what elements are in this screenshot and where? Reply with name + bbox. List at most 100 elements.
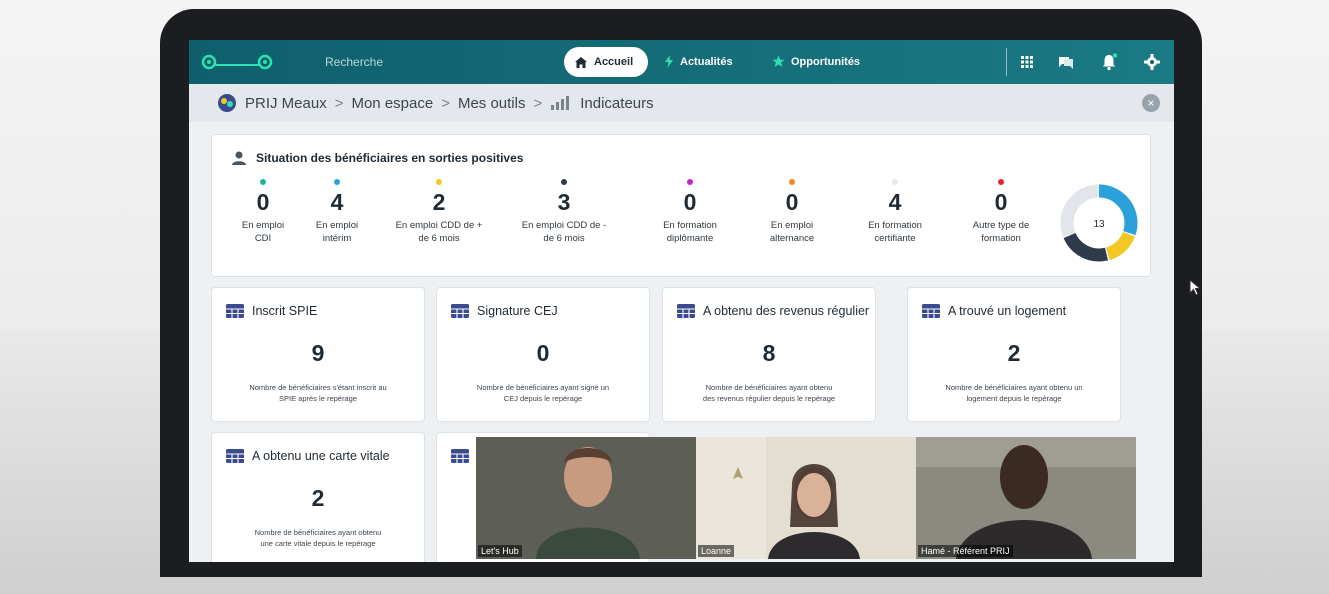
breadcrumb: PRIJ Meaux > Mon espace > Mes outils > I… xyxy=(189,84,1174,122)
breadcrumb-outils[interactable]: Mes outils xyxy=(458,95,526,112)
breadcrumb-current: Indicateurs xyxy=(580,94,654,112)
kpi-description-line2: CEJ depuis le repérage xyxy=(503,394,583,403)
stat-label-line1: En emploi xyxy=(241,220,285,231)
table-icon xyxy=(226,449,244,463)
stat-label-line2: de 6 mois xyxy=(543,233,585,244)
stat-label-line2: intérim xyxy=(322,233,352,244)
chat-icon[interactable] xyxy=(1057,53,1075,71)
situation-stat: 0 En emploi alternance xyxy=(737,179,847,245)
stat-value: 0 xyxy=(785,189,799,215)
video-participant-name: Loanne xyxy=(698,545,735,557)
situation-stat: 4 En emploi intérim xyxy=(282,179,392,245)
kpi-description-line1: Nombre de bénéficiaires ayant obtenu un xyxy=(945,383,1083,392)
stat-label-line2: certifiante xyxy=(874,233,916,244)
kpi-description: Nombre de bénéficiaires ayant obtenu un l… xyxy=(922,382,1106,404)
kpi-value: 2 xyxy=(311,485,325,511)
app-logo[interactable] xyxy=(201,52,275,72)
table-icon xyxy=(451,304,469,318)
nav-opportunites-link[interactable]: Opportunités xyxy=(772,55,860,68)
participant-video xyxy=(476,437,696,559)
kpi-card: Signature CEJ 0 Nombre de bénéficiaires ay… xyxy=(436,287,650,422)
stat-label-line1: En emploi xyxy=(770,220,814,231)
mouse-cursor-icon xyxy=(1189,279,1201,296)
stat-color-dot xyxy=(998,179,1004,185)
stat-value: 4 xyxy=(888,189,902,215)
kpi-title: Signature CEJ xyxy=(451,304,558,318)
stat-color-dot xyxy=(436,179,442,185)
stat-label: En formation certifiante xyxy=(840,219,950,245)
kpi-description-line1: Nombre de bénéficiaires ayant signé un xyxy=(476,383,610,392)
stat-color-dot xyxy=(334,179,340,185)
kpi-title-text: A obtenu une carte vitale xyxy=(252,449,390,463)
stat-value: 4 xyxy=(330,189,344,215)
nav-accueil-label: Accueil xyxy=(594,56,634,68)
nav-actualites-link[interactable]: Actualités xyxy=(664,55,733,68)
kpi-description-line2: des revenus régulier depuis le repérage xyxy=(702,394,836,403)
stat-label: En emploi intérim xyxy=(282,219,392,245)
lightning-icon xyxy=(665,55,673,68)
stat-color-dot xyxy=(892,179,898,185)
kpi-card: A obtenu des revenus régulier 8 Nombre de … xyxy=(662,287,876,422)
kpi-title: A obtenu une carte vitale xyxy=(226,449,390,463)
kpi-title-text: A obtenu des revenus régulier xyxy=(703,304,870,318)
video-participant-name: Hamé - Référent PRIJ xyxy=(918,545,1013,557)
breadcrumb-separator: > xyxy=(533,94,543,112)
video-participant-name: Let's Hub xyxy=(478,545,522,557)
breadcrumb-espace[interactable]: Mon espace xyxy=(351,95,433,112)
kpi-description-line2: logement depuis le repérage xyxy=(966,394,1062,403)
gear-icon[interactable] xyxy=(1143,53,1161,71)
stat-label-line1: En emploi CDD de - xyxy=(521,220,607,231)
apps-grid-icon[interactable] xyxy=(1018,53,1036,71)
breadcrumb-separator: > xyxy=(441,94,450,112)
kpi-value: 8 xyxy=(762,340,776,366)
video-tile-loanne[interactable]: Loanne xyxy=(696,437,916,559)
stat-label: En emploi CDD de - de 6 mois xyxy=(509,219,619,245)
stat-value: 0 xyxy=(994,189,1008,215)
star-icon xyxy=(772,55,785,67)
kpi-title xyxy=(451,449,469,463)
breadcrumb-root[interactable]: PRIJ Meaux xyxy=(245,95,327,112)
stat-label-line1: Autre type de xyxy=(972,220,1030,231)
stat-label: Autre type de formation xyxy=(946,219,1056,245)
stat-color-dot xyxy=(789,179,795,185)
donut-total: 13 xyxy=(1093,219,1105,230)
app-screen: Recherche Accueil Actualités Opportunité… xyxy=(189,40,1174,562)
bell-icon[interactable] xyxy=(1100,53,1118,71)
kpi-description-line2: SPIE après le repérage xyxy=(279,394,357,403)
stat-label: En emploi alternance xyxy=(737,219,847,245)
org-icon xyxy=(218,94,236,112)
stat-label-line2: alternance xyxy=(769,233,815,244)
kpi-description: Nombre de bénéficiaires ayant obtenu des … xyxy=(677,382,861,404)
stat-label-line1: En emploi CDD de + xyxy=(395,220,483,231)
nav-opportunites-label: Opportunités xyxy=(791,55,861,68)
kpi-card: Inscrit SPIE 9 Nombre de bénéficiaires s'é… xyxy=(211,287,425,422)
close-icon[interactable]: × xyxy=(1142,94,1160,112)
stat-label-line1: En formation xyxy=(868,220,922,231)
situation-stat: 2 En emploi CDD de + de 6 mois xyxy=(384,179,494,245)
situation-title-text: Situation des bénéficiaires en sorties p… xyxy=(256,151,524,165)
participant-video xyxy=(916,437,1136,559)
stat-label-line2: formation xyxy=(981,233,1021,244)
kpi-title: A obtenu des revenus régulier xyxy=(677,304,869,318)
situation-card: Situation des bénéficiaires en sorties p… xyxy=(211,134,1151,277)
kpi-title-text: A trouvé un logement xyxy=(948,304,1067,318)
nav-actualites-label: Actualités xyxy=(680,55,733,68)
situation-stat: 4 En formation certifiante xyxy=(840,179,950,245)
video-tile-hame[interactable]: Hamé - Référent PRIJ xyxy=(916,437,1136,559)
breadcrumb-separator: > xyxy=(334,94,344,112)
kpi-value: 2 xyxy=(1007,340,1021,366)
kpi-description-line2: une carte vitale depuis le repérage xyxy=(260,539,376,548)
participant-video xyxy=(696,437,916,559)
kpi-title-text: Inscrit SPIE xyxy=(252,304,318,318)
video-tile-lets-hub[interactable]: Let's Hub xyxy=(476,437,696,559)
chart-icon xyxy=(551,96,570,110)
users-icon xyxy=(232,151,246,165)
search-input[interactable]: Recherche xyxy=(325,55,383,69)
nav-accueil-button[interactable]: Accueil xyxy=(564,47,648,77)
kpi-card: A obtenu une carte vitale 2 Nombre de béné… xyxy=(211,432,425,562)
stat-label: En emploi CDD de + de 6 mois xyxy=(384,219,494,245)
table-icon xyxy=(226,304,244,318)
kpi-description: Nombre de bénéficiaires s'étant inscrit … xyxy=(226,382,410,404)
stat-label-line2: CDI xyxy=(254,233,272,244)
kpi-description-line1: Nombre de bénéficiaires ayant obtenu xyxy=(254,528,382,537)
